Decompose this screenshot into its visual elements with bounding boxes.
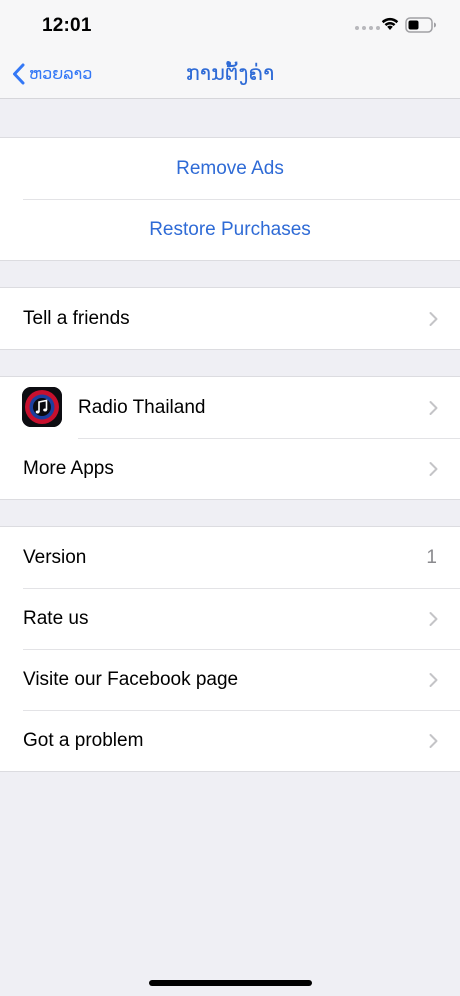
restore-purchases-button[interactable]: Restore Purchases xyxy=(0,199,460,260)
tell-friends-label: Tell a friends xyxy=(23,307,130,329)
radio-thailand-app-icon xyxy=(22,387,62,427)
version-row: Version 1 xyxy=(0,527,460,588)
music-note-icon xyxy=(22,387,62,427)
restore-purchases-label: Restore Purchases xyxy=(149,218,311,240)
purchases-section: Remove Ads Restore Purchases xyxy=(0,137,460,261)
home-indicator[interactable] xyxy=(149,980,312,986)
remove-ads-label: Remove Ads xyxy=(176,157,284,179)
apps-section: Radio Thailand More Apps xyxy=(0,376,460,500)
tell-friends-row[interactable]: Tell a friends xyxy=(0,288,460,349)
chevron-right-icon xyxy=(429,611,438,626)
got-a-problem-row[interactable]: Got a problem xyxy=(0,710,460,771)
wifi-icon xyxy=(381,17,399,30)
rate-us-label: Rate us xyxy=(23,607,89,629)
remove-ads-button[interactable]: Remove Ads xyxy=(0,138,460,199)
rate-us-row[interactable]: Rate us xyxy=(0,588,460,649)
radio-thailand-row[interactable]: Radio Thailand xyxy=(0,377,460,438)
battery-icon xyxy=(405,17,436,33)
navigation-bar: ຫວຍລາວ ການຕັ້ງຄ່າ xyxy=(0,50,460,99)
facebook-page-row[interactable]: Visite our Facebook page xyxy=(0,649,460,710)
status-time: 12:01 xyxy=(42,15,92,36)
facebook-page-label: Visite our Facebook page xyxy=(23,668,239,690)
more-apps-row[interactable]: More Apps xyxy=(0,438,460,499)
version-label: Version xyxy=(23,546,87,568)
chevron-right-icon xyxy=(429,733,438,748)
more-apps-label: More Apps xyxy=(23,457,114,479)
chevron-right-icon xyxy=(429,461,438,476)
share-section: Tell a friends xyxy=(0,287,460,350)
page-title: ການຕັ້ງຄ່າ xyxy=(185,62,275,85)
chevron-right-icon xyxy=(429,672,438,687)
signal-icon xyxy=(355,26,380,30)
chevron-right-icon xyxy=(429,311,438,326)
got-a-problem-label: Got a problem xyxy=(23,729,144,751)
about-section: Version 1 Rate us Visite our Facebook pa… xyxy=(0,526,460,772)
status-bar: 12:01 xyxy=(0,0,460,50)
chevron-right-icon xyxy=(429,400,438,415)
radio-thailand-label: Radio Thailand xyxy=(78,396,206,418)
version-value: 1 xyxy=(426,546,437,568)
